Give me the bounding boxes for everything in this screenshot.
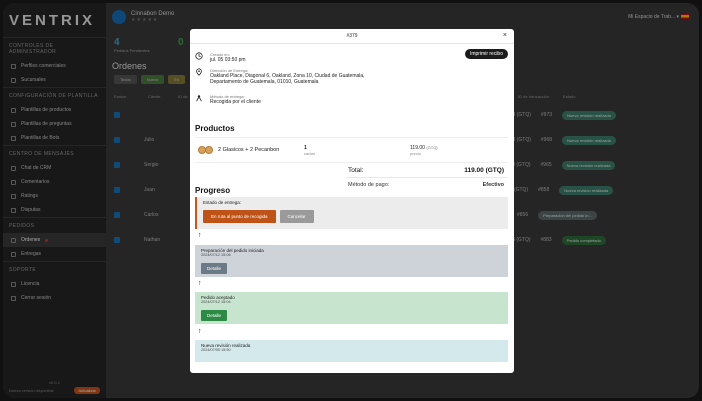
step-date: 2024/07/05 15:50	[201, 348, 231, 352]
step-date: 2024/07/12 15:06	[201, 253, 231, 257]
clock-icon	[195, 52, 203, 60]
close-icon[interactable]: ×	[503, 32, 507, 39]
total-row: Total: 119.00 (GTQ)	[345, 164, 507, 178]
step-date: 2024/07/12 15:04	[201, 300, 231, 304]
total-value: 119.00 (GTQ)	[464, 167, 504, 174]
arrow-up-icon: ↑	[198, 232, 202, 239]
location-pin-icon	[196, 68, 202, 76]
price-label: precio	[410, 150, 421, 156]
arrow-up-icon: ↑	[198, 280, 202, 287]
address-info: Dirección de Entrega: Oakland Place, Diag…	[195, 68, 495, 85]
modal-title: #379	[346, 33, 358, 39]
products-heading: Productos	[195, 124, 235, 133]
product-image	[198, 145, 214, 155]
delivery-person-icon	[196, 95, 202, 102]
payment-value: Efectivo	[482, 182, 504, 188]
address-value: Oakland Place, Diagonal 6, Oakland, Zona…	[210, 73, 365, 85]
price-currency: (GTQ)	[426, 144, 438, 150]
arrow-up-icon: ↑	[198, 328, 202, 335]
qty-label: cantar	[304, 150, 316, 156]
cancel-button[interactable]: Cancelar	[279, 210, 314, 223]
modal-body: Imprimir recibo Creado en: jul. 05 03:50 …	[190, 44, 514, 373]
order-modal: #379 × Imprimir recibo Creado en: jul. 05…	[190, 29, 514, 373]
total-label: Total:	[348, 167, 364, 174]
product-qty: 1 cantar	[304, 145, 410, 156]
qty-value: 1	[304, 144, 307, 151]
delivery-state-label: Estado de entrega:	[203, 200, 242, 205]
detail-button[interactable]: Detalle	[201, 310, 228, 321]
modal-header: #379 ×	[190, 29, 514, 44]
created-value: jul. 05 03:50 pm	[210, 57, 246, 63]
product-name: 2 Glasicos + 2 Pecanbon	[218, 147, 280, 153]
delivery-state-panel: Estado de entrega: En ruta al punto de r…	[195, 197, 508, 229]
progress-heading: Progreso	[195, 186, 231, 195]
created-info: Creado en: jul. 05 03:50 pm	[195, 52, 495, 63]
method-info: Método de entrega: Recogida por el client…	[195, 94, 495, 105]
product-row: 2 Glasicos + 2 Pecanbon 1 cantar 119.00 (…	[195, 137, 508, 163]
method-value: Recogida por el cliente	[210, 99, 261, 105]
price-value: 119.00	[410, 144, 425, 151]
payment-row: Método de pago: Efectivo	[345, 178, 507, 192]
detail-button[interactable]: Detalle	[201, 263, 228, 274]
progress-step: Pedido aceptado 2024/07/12 15:04 Detalle	[195, 292, 508, 324]
progress-step: Nueva revisión realizada 2024/07/05 15:5…	[195, 340, 508, 362]
progress-step: Preparación del pedido iniciada 2024/07/…	[195, 245, 508, 277]
payment-label: Método de pago:	[348, 182, 390, 188]
product-price: 119.00 (GTQ) precio	[410, 145, 438, 156]
en-route-button[interactable]: En ruta al punto de recogida	[203, 210, 276, 223]
